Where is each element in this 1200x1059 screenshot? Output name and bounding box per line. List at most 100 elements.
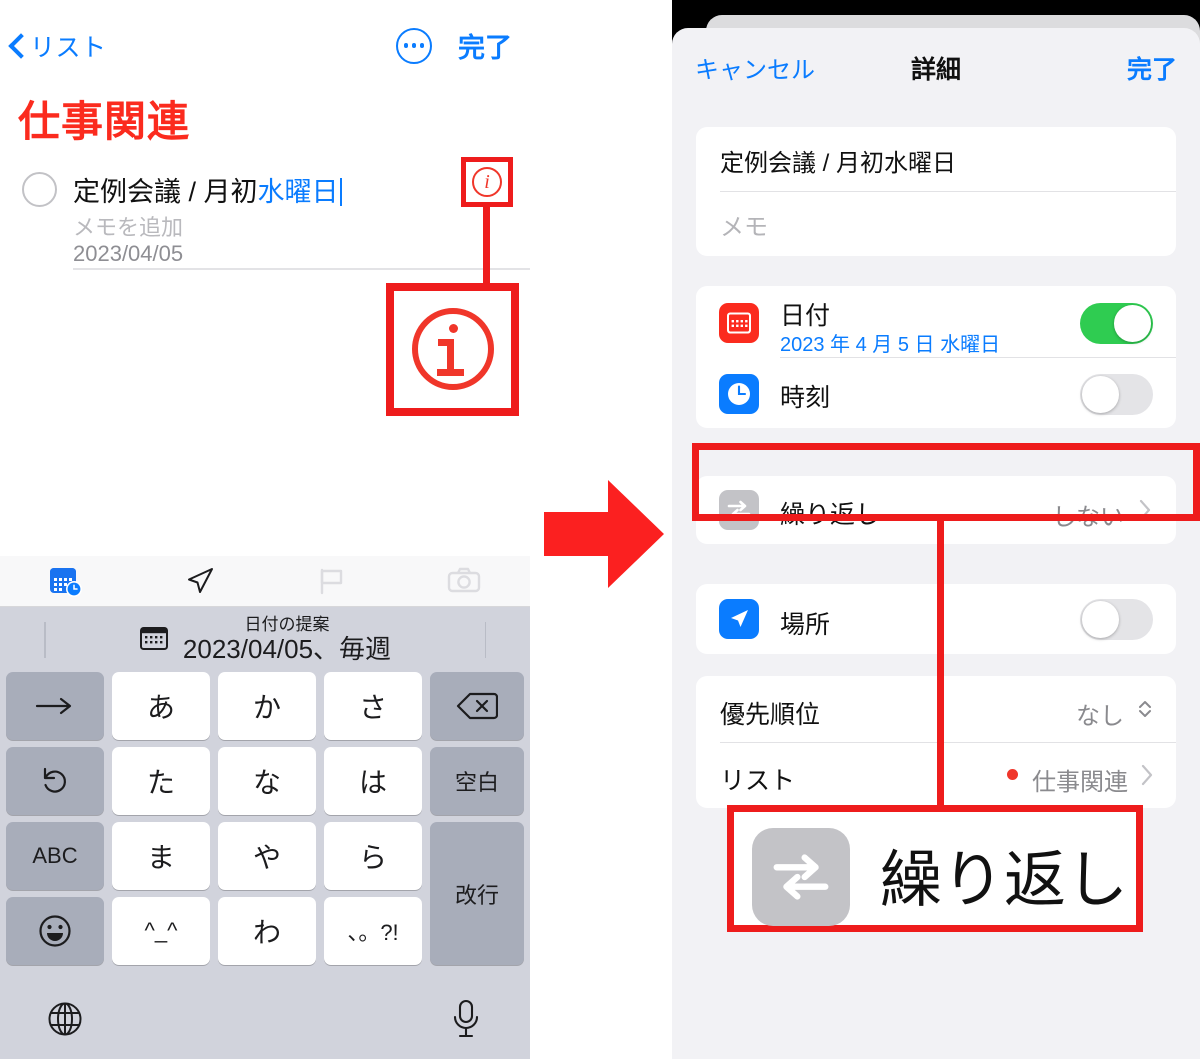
- back-label: リスト: [30, 34, 107, 62]
- meta-card: 優先順位 なし リスト 仕事関連: [696, 676, 1176, 808]
- location-card[interactable]: 場所: [696, 584, 1176, 654]
- key-label: 、。?!: [347, 920, 399, 945]
- page-title: 仕事関連: [18, 98, 191, 145]
- microphone-icon[interactable]: [450, 998, 482, 1045]
- location-toggle[interactable]: [1080, 599, 1153, 640]
- date-value: 2023 年 4 月 5 日 水曜日: [780, 334, 1001, 356]
- left-nav-actions: 完了: [396, 26, 512, 65]
- key-return[interactable]: 改行: [430, 822, 524, 965]
- key-label: ま: [146, 842, 175, 873]
- ellipsis-circle-icon[interactable]: [396, 27, 432, 64]
- repeat-label-zoom: 繰り返し: [880, 846, 1129, 915]
- clock-icon: [719, 374, 759, 414]
- calendar-icon: [139, 624, 169, 657]
- key-sa[interactable]: さ: [324, 672, 422, 740]
- repeat-row-highlight-box: [692, 443, 1200, 521]
- chevron-right-icon: [1140, 764, 1154, 791]
- key-arrow-right[interactable]: [6, 672, 104, 740]
- task-title[interactable]: 定例会議 / 月初水曜日: [73, 170, 343, 209]
- back-to-lists-button[interactable]: リスト: [10, 28, 107, 64]
- key-ya[interactable]: や: [218, 822, 316, 890]
- key-label: は: [358, 767, 387, 798]
- repeat-icon-zoom: [752, 828, 850, 926]
- key-label: ^_^: [144, 918, 178, 943]
- location-label: 場所: [780, 611, 831, 639]
- field-divider: [720, 191, 1176, 193]
- key-ta[interactable]: た: [112, 747, 210, 815]
- done-button[interactable]: 完了: [458, 26, 512, 65]
- keyboard-toolbar: [0, 556, 530, 607]
- key-emoji[interactable]: [6, 897, 104, 965]
- key-label: さ: [358, 692, 387, 723]
- row-divider: [73, 268, 530, 270]
- title-field[interactable]: 定例会議 / 月初水曜日: [720, 143, 956, 178]
- left-nav-bar: リスト 完了: [0, 0, 530, 80]
- suggestion-value: 2023/04/05、毎週: [182, 633, 392, 664]
- list-label: リスト: [720, 767, 796, 795]
- flag-icon[interactable]: [265, 565, 398, 597]
- globe-icon[interactable]: [46, 1000, 84, 1043]
- key-a[interactable]: あ: [112, 672, 210, 740]
- task-note-placeholder[interactable]: メモを追加: [73, 210, 183, 242]
- key-label: か: [252, 692, 281, 723]
- navigation-arrow-icon: [719, 599, 759, 639]
- screenshot-stage: リスト 完了 仕事関連 定例会議 / 月初水曜日 メモを追加 2023/04/0…: [0, 0, 1200, 1059]
- detail-title: 詳細: [910, 56, 961, 84]
- date-time-card: 日付 2023 年 4 月 5 日 水曜日 時刻: [696, 286, 1176, 428]
- key-label: ABC: [32, 843, 78, 868]
- toggle-knob: [1114, 305, 1151, 342]
- keyboard-suggestion-bar[interactable]: 日付の提案 2023/04/05、毎週: [0, 608, 530, 672]
- task-title-highlight: 水曜日: [257, 177, 339, 207]
- chevron-updown-icon[interactable]: [1136, 697, 1154, 726]
- camera-icon[interactable]: [398, 565, 531, 597]
- toggle-knob: [1082, 601, 1119, 638]
- info-glyph-stem: [447, 339, 454, 370]
- time-label: 時刻: [780, 384, 831, 412]
- circle-unchecked-icon[interactable]: [22, 172, 57, 207]
- key-ma[interactable]: ま: [112, 822, 210, 890]
- info-circle-icon[interactable]: i: [472, 167, 502, 197]
- note-field[interactable]: メモ: [720, 207, 768, 242]
- text-caret: [339, 178, 343, 206]
- suggestion-label: 日付の提案: [244, 615, 330, 635]
- key-kaomoji[interactable]: ^_^: [112, 897, 210, 965]
- calendar-clock-icon[interactable]: [0, 565, 133, 597]
- time-row[interactable]: 時刻: [696, 357, 1176, 428]
- info-glyph-dot: [449, 324, 458, 333]
- chevron-left-icon: [10, 34, 24, 58]
- key-label: あ: [146, 692, 175, 723]
- callout-connector-left: [483, 206, 490, 290]
- time-toggle[interactable]: [1080, 374, 1153, 415]
- key-ha[interactable]: は: [324, 747, 422, 815]
- key-abc[interactable]: ABC: [6, 822, 104, 890]
- key-label: な: [252, 767, 281, 798]
- navigation-arrow-icon[interactable]: [133, 565, 266, 597]
- detail-done-button[interactable]: 完了: [1127, 50, 1177, 86]
- key-label: ら: [358, 842, 387, 873]
- task-row[interactable]: 定例会議 / 月初水曜日 メモを追加 2023/04/05: [0, 155, 530, 270]
- key-undo[interactable]: [6, 747, 104, 815]
- reminders-list-screen: リスト 完了 仕事関連 定例会議 / 月初水曜日 メモを追加 2023/04/0…: [0, 0, 530, 1059]
- key-punct[interactable]: 、。?!: [324, 897, 422, 965]
- key-wa[interactable]: わ: [218, 897, 316, 965]
- task-date: 2023/04/05: [73, 241, 184, 266]
- task-title-plain: 定例会議 / 月初: [73, 177, 258, 207]
- key-label: 改行: [454, 882, 499, 908]
- key-ka[interactable]: か: [218, 672, 316, 740]
- priority-row[interactable]: 優先順位 なし: [696, 676, 1176, 744]
- priority-value: なし: [1076, 703, 1124, 730]
- date-row[interactable]: 日付 2023 年 4 月 5 日 水曜日: [696, 286, 1176, 359]
- key-label: た: [146, 767, 175, 798]
- list-row[interactable]: リスト 仕事関連: [696, 742, 1176, 808]
- key-backspace[interactable]: [430, 672, 524, 740]
- key-ra[interactable]: ら: [324, 822, 422, 890]
- key-label: や: [252, 842, 281, 873]
- detail-nav-bar: キャンセル 詳細 完了: [672, 28, 1200, 90]
- key-space[interactable]: 空白: [430, 747, 524, 815]
- key-na[interactable]: な: [218, 747, 316, 815]
- suggestion-text: 日付の提案 2023/04/05、毎週: [183, 615, 391, 664]
- date-label: 日付: [780, 302, 831, 330]
- right-arrow-icon: [540, 474, 668, 594]
- date-toggle[interactable]: [1080, 303, 1153, 344]
- keyboard: 日付の提案 2023/04/05、毎週 あ か さ た な は 空白 ABC ま…: [0, 556, 530, 1059]
